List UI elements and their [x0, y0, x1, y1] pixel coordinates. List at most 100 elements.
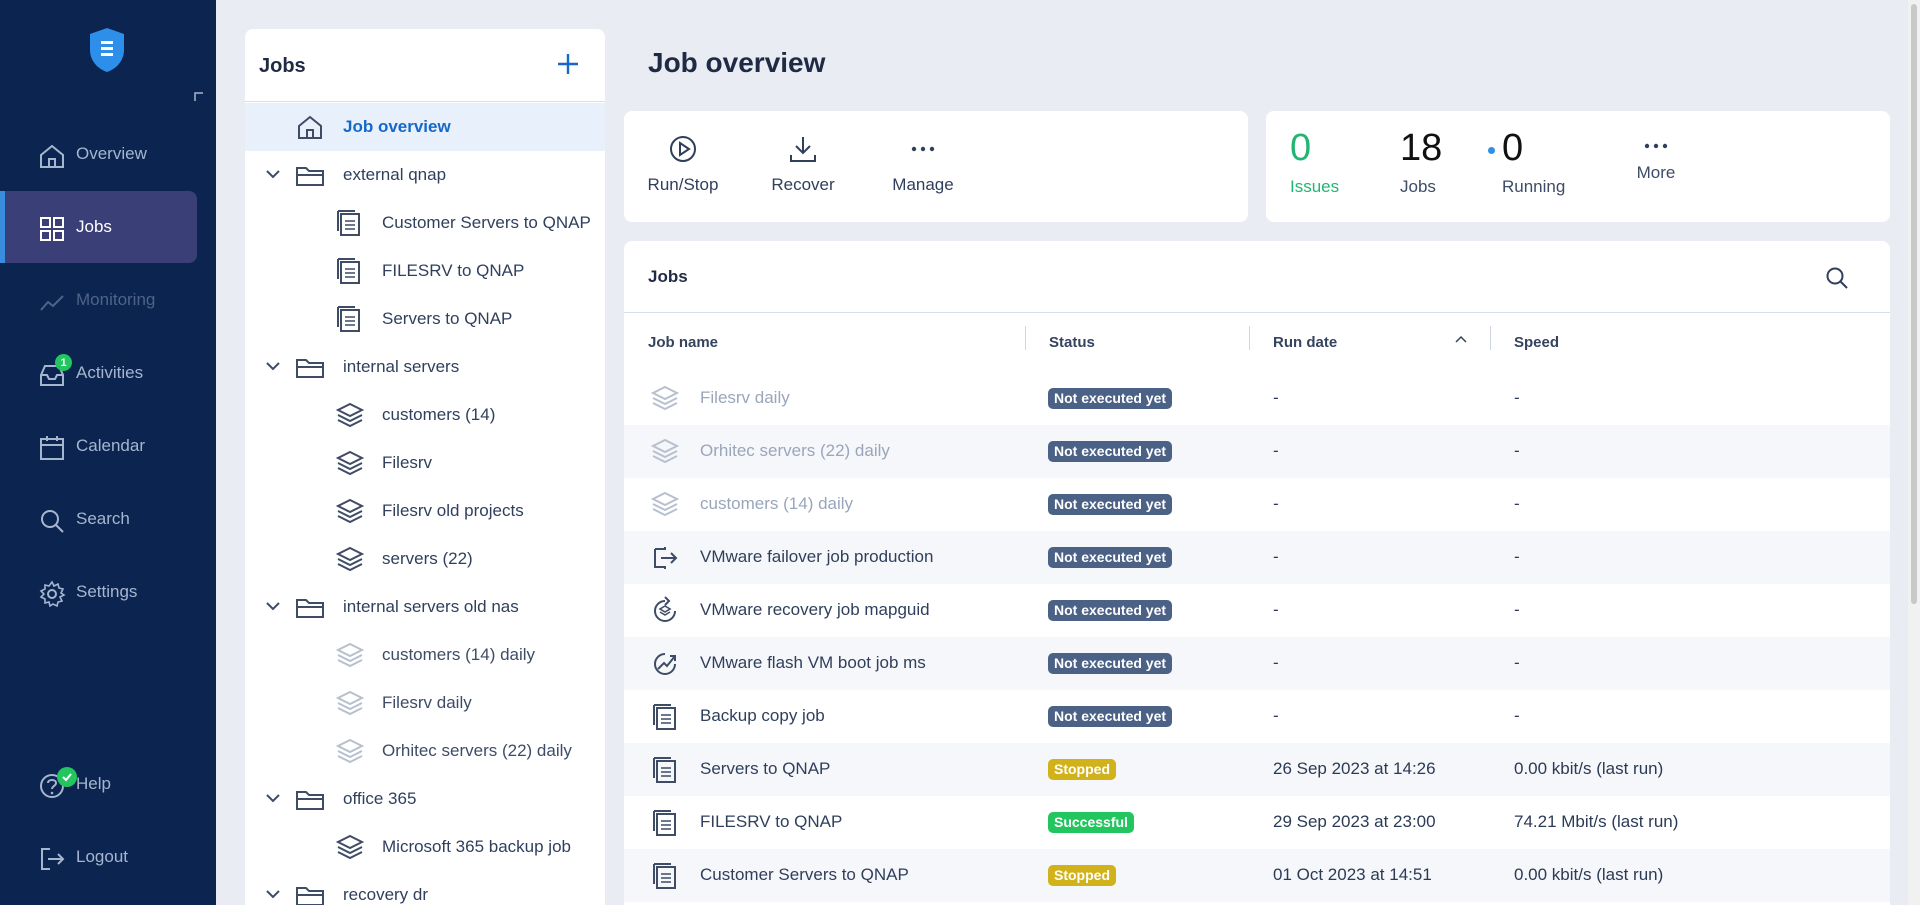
home-icon: [40, 144, 64, 168]
chevron-down-icon[interactable]: [265, 168, 281, 180]
tree-label: internal servers old nas: [343, 597, 519, 616]
table-row[interactable]: FILESRV to QNAP Successful 29 Sep 2023 a…: [624, 796, 1890, 849]
status-badge: Not executed yet: [1048, 388, 1173, 409]
chevron-down-icon[interactable]: [265, 360, 281, 372]
table-row[interactable]: Filesrv daily Not executed yet - -: [624, 372, 1890, 425]
column-header-status[interactable]: Status: [1049, 334, 1095, 351]
tree-folder-internal-servers-old-nas[interactable]: internal servers old nas: [245, 583, 605, 631]
nav-item-help[interactable]: Help: [0, 748, 197, 820]
tree-job-item[interactable]: Customer Servers to QNAP: [245, 199, 605, 247]
job-name[interactable]: FILESRV to QNAP: [700, 812, 842, 832]
tree-job-item[interactable]: customers (14): [245, 391, 605, 439]
column-header-speed[interactable]: Speed: [1514, 334, 1559, 351]
tree-folder-external-qnap[interactable]: external qnap: [245, 151, 605, 199]
table-row[interactable]: Orhitec servers (22) daily Not executed …: [624, 425, 1890, 478]
status-badge: Not executed yet: [1048, 547, 1173, 568]
table-row[interactable]: Backup copy job Not executed yet - -: [624, 690, 1890, 743]
job-name[interactable]: VMware failover job production: [700, 547, 933, 567]
column-divider[interactable]: [1025, 326, 1026, 350]
column-header-run-date[interactable]: Run date: [1273, 334, 1337, 351]
jobs-table-card: Jobs Job name Status Run date Speed File…: [624, 241, 1890, 905]
running-indicator-dot: [1488, 147, 1495, 154]
add-job-plus-icon[interactable]: [555, 51, 581, 77]
tree-item-job-overview[interactable]: Job overview: [245, 103, 605, 151]
backup-job-stack-icon: [335, 834, 365, 860]
search-icon: [41, 510, 64, 533]
column-divider[interactable]: [1249, 326, 1250, 350]
job-name[interactable]: Servers to QNAP: [700, 759, 830, 779]
nav-item-logout[interactable]: Logout: [0, 821, 197, 893]
backup-job-stack-icon: [335, 546, 365, 572]
folder-icon: [296, 887, 324, 905]
scrollbar-thumb[interactable]: [1911, 4, 1917, 604]
jobs-count: 18: [1400, 127, 1443, 169]
tree-label: Servers to QNAP: [382, 309, 513, 328]
backup-job-stack-icon: [335, 498, 365, 524]
tree-job-item[interactable]: Orhitec servers (22) daily: [245, 727, 605, 775]
table-row[interactable]: Servers to QNAP Stopped 26 Sep 2023 at 1…: [624, 743, 1890, 796]
table-row[interactable]: Customer Servers to QNAP Stopped 01 Oct …: [624, 849, 1890, 902]
job-name[interactable]: Backup copy job: [700, 706, 825, 726]
column-header-job-name[interactable]: Job name: [648, 334, 718, 351]
search-icon[interactable]: [1824, 265, 1850, 291]
action-label: Recover: [771, 175, 835, 194]
column-divider[interactable]: [1490, 326, 1491, 350]
tree-job-item[interactable]: Filesrv old projects: [245, 487, 605, 535]
nav-item-search[interactable]: Search: [0, 483, 197, 555]
run-stop-button[interactable]: Run/Stop: [638, 133, 728, 195]
speed: -: [1514, 494, 1520, 513]
sort-ascending-icon[interactable]: [1455, 335, 1467, 343]
nav-item-monitoring[interactable]: Monitoring: [0, 264, 197, 336]
job-name[interactable]: VMware recovery job mapguid: [700, 600, 930, 620]
speed: 0.00 kbit/s (last run): [1514, 759, 1664, 778]
check-badge-icon: [57, 767, 77, 787]
manage-button[interactable]: Manage: [878, 133, 968, 195]
collapse-sidebar-icon[interactable]: [194, 92, 204, 102]
tree-folder-recovery-dr[interactable]: recovery dr: [245, 871, 605, 905]
job-name[interactable]: Orhitec servers (22) daily: [700, 441, 890, 461]
tree-job-item[interactable]: Servers to QNAP: [245, 295, 605, 343]
recover-button[interactable]: Recover: [758, 133, 848, 195]
speed: 0.00 kbit/s (last run): [1514, 865, 1664, 884]
tree-job-item[interactable]: customers (14) daily: [245, 631, 605, 679]
tree-job-item[interactable]: servers (22): [245, 535, 605, 583]
tree-job-item[interactable]: FILESRV to QNAP: [245, 247, 605, 295]
nav-item-overview[interactable]: Overview: [0, 118, 197, 190]
speed: -: [1514, 547, 1520, 566]
tree-job-item[interactable]: Filesrv: [245, 439, 605, 487]
nav-label: Monitoring: [76, 290, 156, 309]
job-name[interactable]: VMware flash VM boot job ms: [700, 653, 926, 673]
table-row[interactable]: VMware failover job production Not execu…: [624, 531, 1890, 584]
more-button[interactable]: More: [1626, 139, 1686, 183]
table-row[interactable]: customers (14) daily Not executed yet - …: [624, 478, 1890, 531]
backup-copy-job-icon: [653, 810, 676, 836]
folder-icon: [296, 791, 324, 810]
jobs-tree-panel: Jobs Job overview external qnap Customer…: [245, 29, 605, 905]
page-scrollbar[interactable]: [1908, 0, 1920, 905]
running-count: 0: [1502, 127, 1524, 169]
backup-job-stack-icon: [335, 642, 365, 668]
job-name[interactable]: customers (14) daily: [700, 494, 853, 514]
chevron-down-icon[interactable]: [265, 888, 281, 900]
chevron-down-icon[interactable]: [265, 600, 281, 612]
job-name[interactable]: Filesrv daily: [700, 388, 790, 408]
nav-item-calendar[interactable]: Calendar: [0, 410, 197, 482]
run-date: -: [1273, 600, 1279, 619]
speed: -: [1514, 653, 1520, 672]
run-date: -: [1273, 388, 1279, 407]
tree-folder-internal-servers[interactable]: internal servers: [245, 343, 605, 391]
nav-item-activities[interactable]: 1 Activities: [0, 337, 197, 409]
job-name[interactable]: Customer Servers to QNAP: [700, 865, 909, 885]
tree-job-item[interactable]: Microsoft 365 backup job: [245, 823, 605, 871]
table-row[interactable]: VMware flash VM boot job ms Not executed…: [624, 637, 1890, 690]
nav-item-settings[interactable]: Settings: [0, 556, 197, 628]
issues-stat[interactable]: 0 Issues: [1290, 129, 1339, 197]
tree-label: Job overview: [343, 117, 451, 136]
tree-job-item[interactable]: Filesrv daily: [245, 679, 605, 727]
nav-item-jobs[interactable]: Jobs: [0, 191, 197, 263]
app-logo-shield-icon[interactable]: [87, 26, 127, 74]
tree-folder-office-365[interactable]: office 365: [245, 775, 605, 823]
table-row[interactable]: VMware recovery job mapguid Not executed…: [624, 584, 1890, 637]
status-badge: Not executed yet: [1048, 494, 1173, 515]
chevron-down-icon[interactable]: [265, 792, 281, 804]
